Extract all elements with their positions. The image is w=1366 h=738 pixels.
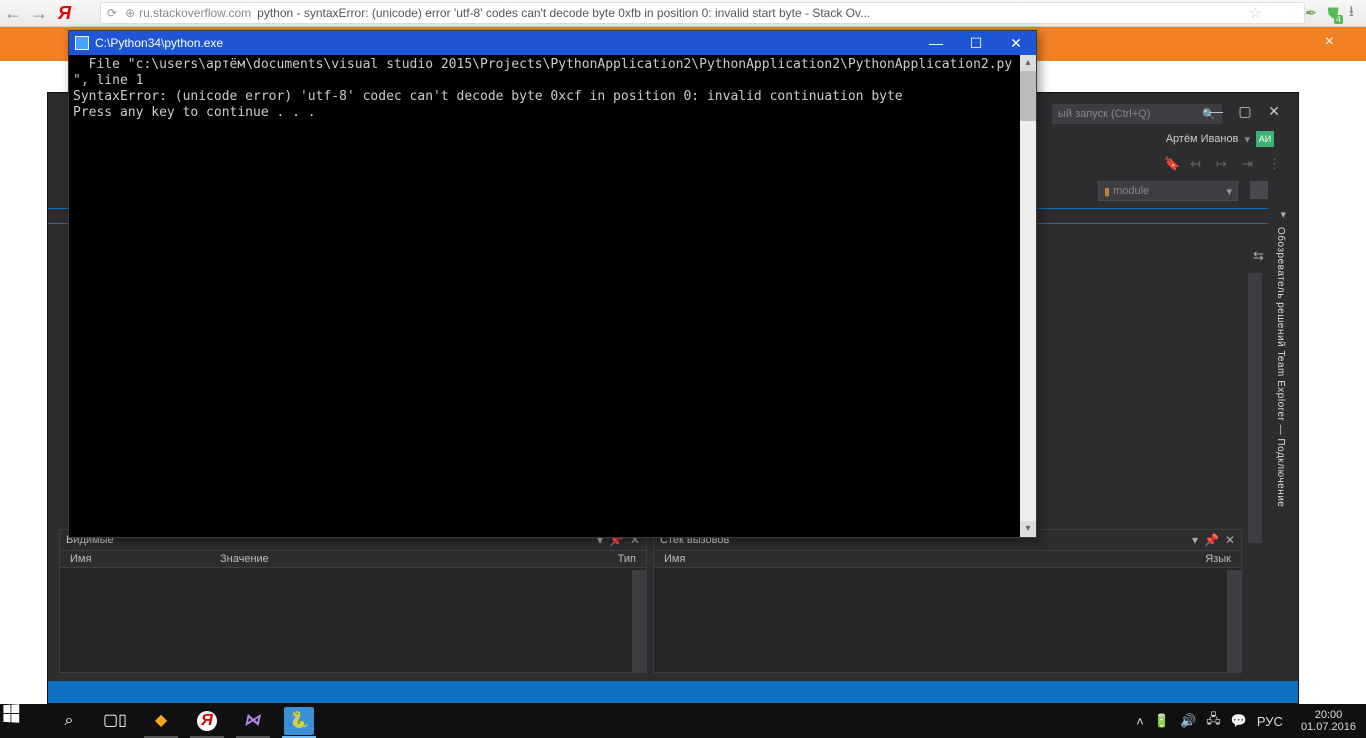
windows-logo-icon xyxy=(3,702,49,724)
callstack-scrollbar[interactable] xyxy=(1227,570,1241,672)
solution-explorer-sidebar-tab[interactable]: Обозреватель решений Team Explorer — Под… xyxy=(1272,223,1286,613)
search-button[interactable]: ⌕ xyxy=(46,704,92,738)
python-console-taskbar-icon[interactable]: 🐍 xyxy=(276,704,322,738)
system-tray: ˄ 🔋 🔊 🖧 💬 РУС 20:00 01.07.2016 xyxy=(1136,709,1366,733)
clock-date: 01.07.2016 xyxy=(1301,721,1356,733)
vs-minimize-button[interactable]: — xyxy=(1202,100,1230,122)
address-bar[interactable]: ⟳ ⊕ ru.stackoverflow.com python - syntax… xyxy=(100,2,1305,24)
vs-maximize-button[interactable]: ▢ xyxy=(1231,100,1259,122)
battery-icon[interactable]: 🔋 xyxy=(1154,713,1170,729)
keyboard-lang-indicator[interactable]: РУС xyxy=(1257,714,1283,729)
nav-prev-icon[interactable]: ↤ xyxy=(1190,156,1208,174)
callstack-body xyxy=(654,570,1227,672)
console-close-button[interactable]: ✕ xyxy=(996,31,1036,55)
feather-extension-icon[interactable]: ✒ xyxy=(1305,4,1318,22)
locals-pane: Видимые ▾ 📌 ✕ Имя Значение Тип xyxy=(59,529,647,673)
scrollbar-thumb[interactable] xyxy=(1020,71,1036,121)
bookmark-toolbar-icon[interactable]: 🔖 xyxy=(1164,156,1182,174)
vs-user-name: Артём Иванов xyxy=(1166,133,1239,145)
pane-close-icon[interactable]: ✕ xyxy=(1225,533,1235,547)
pane-pin-icon[interactable]: 📌 xyxy=(1204,533,1219,547)
indent-icon[interactable]: ⇥ xyxy=(1242,156,1260,174)
chevron-down-icon: ▾ xyxy=(1226,185,1232,198)
editor-scrollbar[interactable] xyxy=(1248,273,1262,543)
pane-dropdown-icon[interactable]: ▾ xyxy=(1192,533,1198,547)
banner-close-button[interactable]: × xyxy=(1325,33,1334,51)
vs-close-button[interactable]: ✕ xyxy=(1260,100,1288,122)
console-scrollbar[interactable]: ▴ ▾ xyxy=(1020,55,1036,537)
yandex-logo[interactable]: Я xyxy=(58,3,80,24)
adguard-shield-icon[interactable]: ⛊4 xyxy=(1327,5,1338,22)
nav-next-icon[interactable]: ↦ xyxy=(1216,156,1234,174)
vs-editor-toolbar: 🔖 ↤ ↦ ⇥ ⋮ xyxy=(1164,153,1286,177)
windows-taskbar: ⌕ ▢▯ ◆ Я ⋈ 🐍 ˄ 🔋 🔊 🖧 💬 РУС 20:00 01.07.2… xyxy=(0,704,1366,738)
locals-col-name[interactable]: Имя xyxy=(60,551,210,567)
url-domain: ru.stackoverflow.com xyxy=(139,6,251,20)
quick-launch-input[interactable]: ый запуск (Ctrl+Q) 🔍 xyxy=(1052,104,1222,124)
scrollbar-up-icon[interactable]: ▴ xyxy=(1020,55,1036,71)
locals-col-value[interactable]: Значение xyxy=(210,551,576,567)
taskbar-clock[interactable]: 20:00 01.07.2016 xyxy=(1293,709,1364,733)
forward-button[interactable]: → xyxy=(26,0,52,26)
adguard-badge: 4 xyxy=(1334,15,1342,24)
scrollbar-down-icon[interactable]: ▾ xyxy=(1020,521,1036,537)
console-maximize-button[interactable]: ☐ xyxy=(956,31,996,55)
split-handle-icon[interactable]: ⇆ xyxy=(1253,248,1267,266)
locals-body xyxy=(60,570,632,672)
visual-studio-taskbar-icon[interactable]: ⋈ xyxy=(230,704,276,738)
console-minimize-button[interactable]: — xyxy=(916,31,956,55)
downloads-icon[interactable]: ⭳ xyxy=(1349,1,1354,26)
volume-icon[interactable]: 🔊 xyxy=(1180,713,1196,729)
locals-scrollbar[interactable] xyxy=(632,570,646,672)
bookmark-star-icon[interactable]: ☆ xyxy=(1248,4,1261,22)
console-titlebar[interactable]: C:\Python34\python.exe — ☐ ✕ xyxy=(69,31,1036,55)
start-button[interactable] xyxy=(0,704,46,738)
editor-dropdown-arrow-icon[interactable]: ▾ xyxy=(1280,208,1286,221)
python-console-window: C:\Python34\python.exe — ☐ ✕ File "c:\us… xyxy=(68,30,1037,538)
page-title: python - syntaxError: (unicode) error 'u… xyxy=(257,6,870,20)
action-center-icon[interactable]: 💬 xyxy=(1231,713,1247,729)
module-selector-dropdown[interactable]: ▮ module ▾ xyxy=(1098,181,1238,201)
aimp-taskbar-icon[interactable]: ◆ xyxy=(138,704,184,738)
quick-launch-placeholder: ый запуск (Ctrl+Q) xyxy=(1058,108,1150,120)
console-title-text: C:\Python34\python.exe xyxy=(95,36,916,50)
reload-icon[interactable]: ⟳ xyxy=(107,6,117,20)
module-selector-text: module xyxy=(1113,185,1149,197)
callstack-pane: Стек вызовов ▾ 📌 ✕ Имя Язык xyxy=(653,529,1242,673)
callstack-col-name[interactable]: Имя xyxy=(654,551,1171,567)
vs-user-initials-badge: АИ xyxy=(1256,131,1274,147)
console-output[interactable]: File "c:\users\артём\documents\visual st… xyxy=(69,55,1020,537)
vs-window-controls: — ▢ ✕ xyxy=(1202,95,1288,127)
callstack-columns: Имя Язык xyxy=(654,550,1241,568)
locals-col-type[interactable]: Тип xyxy=(576,551,646,567)
browser-top-bar: ← → Я ⟳ ⊕ ru.stackoverflow.com python - … xyxy=(0,0,1366,27)
vs-status-bar xyxy=(48,681,1298,703)
toolbar-more-icon[interactable]: ⋮ xyxy=(1268,156,1286,174)
module-go-button[interactable] xyxy=(1250,181,1268,199)
vs-user-account[interactable]: Артём Иванов ▾ АИ xyxy=(1166,131,1274,147)
clock-time: 20:00 xyxy=(1301,709,1356,721)
yandex-browser-taskbar-icon[interactable]: Я xyxy=(184,704,230,738)
console-app-icon xyxy=(75,36,89,50)
locals-columns: Имя Значение Тип xyxy=(60,550,646,568)
task-view-button[interactable]: ▢▯ xyxy=(92,704,138,738)
network-icon[interactable]: 🖧 xyxy=(1206,710,1221,732)
extension-area: ✒ ⛊4 ⭳ xyxy=(1305,1,1354,26)
callstack-col-lang[interactable]: Язык xyxy=(1171,551,1241,567)
tray-expand-icon[interactable]: ˄ xyxy=(1136,714,1144,729)
back-button[interactable]: ← xyxy=(0,0,26,26)
globe-icon: ⊕ xyxy=(125,6,135,20)
